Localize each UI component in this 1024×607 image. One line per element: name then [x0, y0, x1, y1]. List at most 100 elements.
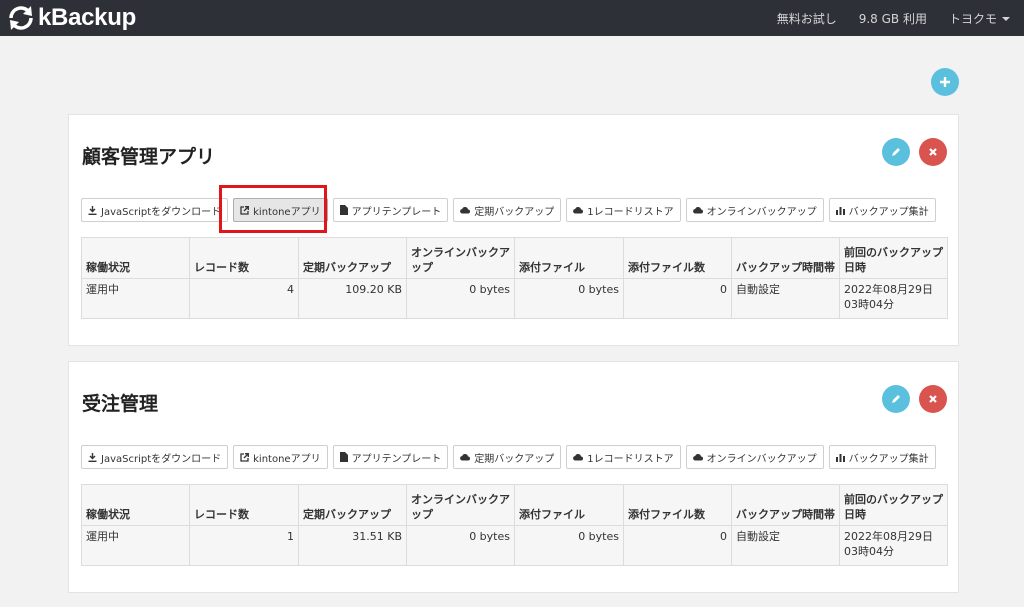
header-backup-time-slot: バックアップ時間帯	[731, 237, 840, 279]
external-link-icon	[240, 452, 250, 462]
delete-app-button[interactable]	[919, 385, 947, 413]
bar-chart-icon	[835, 453, 845, 462]
cell-status: 運用中	[81, 278, 190, 319]
button-label: 定期バックアップ	[474, 206, 555, 218]
cell-attachment-count: 0	[623, 525, 732, 566]
download-javascript-button[interactable]: JavaScriptをダウンロード	[81, 198, 229, 222]
app-template-button[interactable]: アプリテンプレート	[332, 198, 449, 222]
backup-status-table: 稼働状況 レコード数 定期バックアップ オンラインバックアップ 添付ファイル 添…	[81, 237, 948, 319]
cell-last-backup: 2022年08月29日03時04分	[839, 278, 948, 319]
button-label: バックアップ集計	[848, 206, 929, 218]
storage-usage-link[interactable]: 9.8 GB 利用	[859, 10, 927, 27]
bar-chart-icon	[835, 206, 845, 215]
table-header-row: 稼働状況 レコード数 定期バックアップ オンラインバックアップ 添付ファイル 添…	[81, 484, 948, 526]
header-attachments: 添付ファイル	[514, 484, 624, 526]
button-label: JavaScriptをダウンロード	[101, 453, 222, 465]
backup-summary-button[interactable]: バックアップ集計	[828, 198, 936, 222]
cell-records: 1	[189, 525, 299, 566]
top-navbar: kBackup 無料お試し 9.8 GB 利用 トヨクモ	[0, 0, 1024, 36]
close-icon	[929, 395, 937, 403]
table-row: 運用中 1 31.51 KB 0 bytes 0 bytes 0 自動設定 20…	[81, 525, 948, 566]
button-label: アプリテンプレート	[351, 453, 442, 465]
cloud-icon	[692, 206, 703, 214]
header-backup-time-slot: バックアップ時間帯	[731, 484, 840, 526]
button-label: オンラインバックアップ	[706, 453, 817, 465]
user-menu-dropdown[interactable]: トヨクモ	[949, 10, 1010, 27]
file-icon	[339, 205, 348, 215]
backup-summary-button[interactable]: バックアップ集計	[828, 445, 936, 469]
button-label: バックアップ集計	[848, 453, 929, 465]
user-name: トヨクモ	[948, 11, 997, 26]
header-status: 稼働状況	[81, 484, 190, 526]
header-records: レコード数	[189, 484, 299, 526]
file-icon	[339, 452, 348, 462]
edit-app-button[interactable]	[882, 385, 910, 413]
single-record-restore-button[interactable]: 1レコードリストア	[566, 198, 681, 222]
cell-backup-time-slot: 自動設定	[731, 525, 840, 566]
single-record-restore-button[interactable]: 1レコードリストア	[566, 445, 681, 469]
cell-backup-time-slot: 自動設定	[731, 278, 840, 319]
free-trial-link[interactable]: 無料お試し	[777, 10, 837, 27]
header-last-backup: 前回のバックアップ日時	[839, 237, 948, 279]
button-label: kintoneアプリ	[253, 453, 321, 465]
brand-home-link[interactable]: kBackup	[6, 3, 136, 33]
kintone-app-button[interactable]: kintoneアプリ	[233, 445, 328, 469]
backup-status-table: 稼働状況 レコード数 定期バックアップ オンラインバックアップ 添付ファイル 添…	[81, 484, 948, 566]
button-label: オンラインバックアップ	[706, 206, 817, 218]
header-records: レコード数	[189, 237, 299, 279]
cell-online-backup: 0 bytes	[406, 278, 515, 319]
button-label: 1レコードリストア	[587, 206, 674, 218]
header-online-backup: オンラインバックアップ	[406, 484, 515, 526]
button-label: 1レコードリストア	[587, 453, 674, 465]
cell-attachment-count: 0	[623, 278, 732, 319]
online-backup-button[interactable]: オンラインバックアップ	[685, 445, 824, 469]
button-label: JavaScriptをダウンロード	[101, 206, 222, 218]
online-backup-button[interactable]: オンラインバックアップ	[685, 198, 824, 222]
caret-down-icon	[1002, 17, 1010, 21]
cell-attachments: 0 bytes	[514, 525, 624, 566]
header-scheduled-backup: 定期バックアップ	[298, 484, 407, 526]
cloud-icon	[692, 453, 703, 461]
cloud-icon	[460, 453, 471, 461]
download-icon	[88, 205, 97, 215]
download-icon	[88, 452, 97, 462]
cell-records: 4	[189, 278, 299, 319]
button-label: アプリテンプレート	[351, 206, 442, 218]
header-scheduled-backup: 定期バックアップ	[298, 237, 407, 279]
header-attachments: 添付ファイル	[514, 237, 624, 279]
sync-logo-icon	[9, 6, 33, 30]
header-attachment-count: 添付ファイル数	[623, 484, 732, 526]
header-online-backup: オンラインバックアップ	[406, 237, 515, 279]
app-panel-1: 顧客管理アプリ JavaScriptをダウンロード kintoneアプリ アプリ…	[68, 114, 959, 346]
app-panel-2: 受注管理 JavaScriptをダウンロード kintoneアプリ アプリテンプ…	[68, 361, 959, 593]
scheduled-backup-button[interactable]: 定期バックアップ	[453, 198, 562, 222]
button-label: 定期バックアップ	[474, 453, 555, 465]
cell-scheduled-backup: 31.51 KB	[298, 525, 407, 566]
highlight-box	[219, 185, 327, 233]
plus-icon	[940, 77, 950, 87]
cell-last-backup: 2022年08月29日03時04分	[839, 525, 948, 566]
header-last-backup: 前回のバックアップ日時	[839, 484, 948, 526]
cloud-icon	[573, 453, 584, 461]
edit-app-button[interactable]	[882, 138, 910, 166]
cell-attachments: 0 bytes	[514, 278, 624, 319]
cloud-icon	[460, 206, 471, 214]
cell-scheduled-backup: 109.20 KB	[298, 278, 407, 319]
app-template-button[interactable]: アプリテンプレート	[332, 445, 449, 469]
scheduled-backup-button[interactable]: 定期バックアップ	[453, 445, 562, 469]
header-status: 稼働状況	[81, 237, 190, 279]
cloud-icon	[573, 206, 584, 214]
app-title: 受注管理	[82, 393, 159, 415]
table-header-row: 稼働状況 レコード数 定期バックアップ オンラインバックアップ 添付ファイル 添…	[81, 237, 948, 279]
app-title: 顧客管理アプリ	[82, 146, 216, 168]
add-app-button[interactable]	[931, 68, 959, 96]
download-javascript-button[interactable]: JavaScriptをダウンロード	[81, 445, 229, 469]
pencil-icon	[892, 148, 900, 156]
close-icon	[929, 148, 937, 156]
header-attachment-count: 添付ファイル数	[623, 237, 732, 279]
delete-app-button[interactable]	[919, 138, 947, 166]
brand-name: kBackup	[38, 4, 136, 31]
cell-status: 運用中	[81, 525, 190, 566]
table-row: 運用中 4 109.20 KB 0 bytes 0 bytes 0 自動設定 2…	[81, 278, 948, 319]
cell-online-backup: 0 bytes	[406, 525, 515, 566]
